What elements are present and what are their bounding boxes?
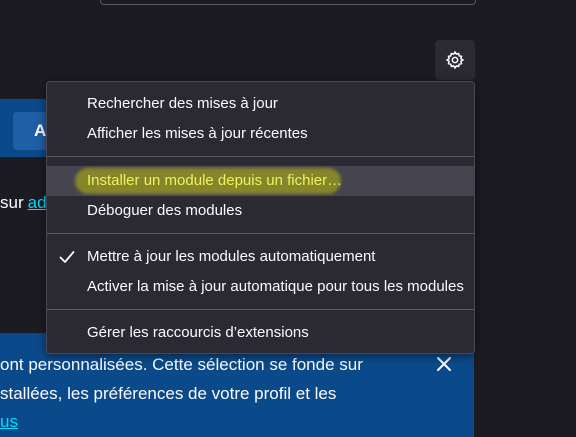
menu-item-auto-update[interactable]: Mettre à jour les modules automatiquemen… — [47, 242, 474, 272]
menu-item-label: Rechercher des mises à jour — [87, 95, 278, 112]
menu-item-manage-shortcuts[interactable]: Gérer les raccourcis d’extensions — [47, 318, 474, 348]
notice-line-1: ont personnalisées. Cette sélection se f… — [0, 355, 363, 374]
menu-separator — [47, 309, 474, 310]
notice-line-2: stallées, les préférences de votre profi… — [0, 384, 337, 403]
menu-item-debug-addons[interactable]: Déboguer des modules — [47, 196, 474, 226]
menu-separator — [47, 156, 474, 157]
menu-separator — [47, 233, 474, 234]
menu-item-label: Déboguer des modules — [87, 202, 243, 219]
menu-item-label: Installer un module depuis un fichier… — [87, 172, 343, 189]
checkmark-icon — [59, 251, 75, 263]
menu-item-install-from-file[interactable]: Installer un module depuis un fichier… — [47, 166, 474, 196]
description-text: sur ad — [0, 193, 47, 213]
notice-link[interactable]: us — [0, 412, 18, 432]
search-field[interactable] — [100, 0, 476, 5]
menu-item-label: Activer la mise à jour automatique pour … — [87, 278, 464, 295]
menu-item-check-updates[interactable]: Rechercher des mises à jour — [47, 89, 474, 119]
extensions-settings-menu: Rechercher des mises à jour Afficher les… — [46, 81, 475, 354]
notice-close-button[interactable] — [433, 353, 455, 375]
menu-item-enable-auto-update-all[interactable]: Activer la mise à jour automatique pour … — [47, 272, 474, 302]
settings-button[interactable] — [435, 40, 475, 80]
menu-item-label: Mettre à jour les modules automatiquemen… — [87, 248, 376, 265]
menu-item-recent-updates[interactable]: Afficher les mises à jour récentes — [47, 119, 474, 149]
close-icon — [437, 357, 451, 371]
menu-item-label: Afficher les mises à jour récentes — [87, 125, 308, 142]
description-link[interactable]: ad — [28, 193, 47, 212]
menu-item-label: Gérer les raccourcis d’extensions — [87, 324, 309, 341]
description-prefix: sur — [0, 193, 24, 212]
gear-icon — [445, 50, 465, 70]
